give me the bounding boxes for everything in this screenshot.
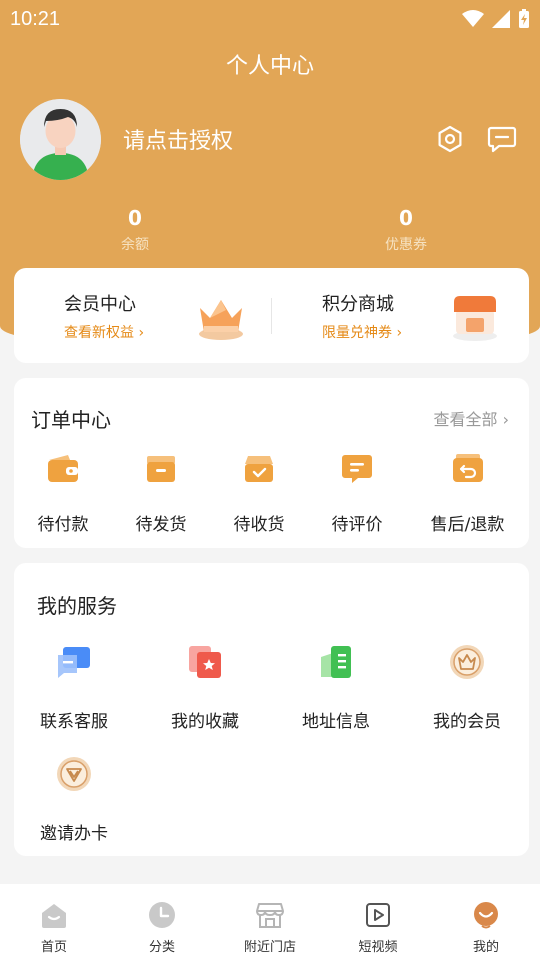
profile-icon (474, 902, 498, 929)
signal-icon (492, 10, 510, 28)
order-pending-shipment[interactable]: 待发货 (112, 452, 210, 535)
wifi-icon (462, 10, 484, 27)
chat-icon (58, 647, 90, 678)
my-services-title: 我的服务 (37, 594, 117, 618)
service-contact-support-label: 联系客服 (40, 712, 108, 732)
my-services-card: 我的服务 联系客服 我的收藏 地址信息 我的会员 邀请办卡 (14, 563, 529, 856)
order-pending-shipment-label: 待发货 (135, 515, 187, 535)
authorize-link[interactable]: 请点击授权 (123, 123, 416, 155)
box-icon (147, 456, 175, 482)
tab-category[interactable]: 分类 (108, 884, 216, 960)
order-after-sales-label: 售后/退款 (430, 515, 505, 535)
crown-icon (450, 645, 484, 679)
order-pending-payment[interactable]: 待付款 (14, 452, 112, 535)
service-my-membership-label: 我的会员 (433, 712, 501, 732)
refund-icon (452, 454, 483, 482)
tab-mine[interactable]: 我的 (432, 884, 540, 960)
home-icon (42, 904, 66, 928)
tab-nearby-stores[interactable]: 附近门店 (216, 884, 324, 960)
status-bar: 10:21 (0, 0, 540, 38)
coupon-value: 0 (399, 206, 413, 230)
status-icons (462, 9, 530, 29)
favorite-icon (189, 646, 221, 678)
service-address-info[interactable]: 地址信息 (276, 643, 396, 732)
tab-short-video-label: 短视频 (358, 940, 398, 955)
video-icon (366, 903, 390, 927)
message-icon[interactable] (484, 121, 520, 157)
service-my-favorites[interactable]: 我的收藏 (145, 643, 265, 732)
points-mall-title: 积分商城 (322, 293, 394, 315)
member-center-title: 会员中心 (64, 293, 136, 315)
member-center-subtitle: 查看新权益 › (64, 324, 145, 341)
tab-home[interactable]: 首页 (0, 884, 108, 960)
order-pending-review[interactable]: 待评价 (308, 452, 406, 535)
service-contact-support[interactable]: 联系客服 (14, 643, 134, 732)
store-icon (256, 903, 284, 928)
balance-stat[interactable]: 0 余额 (75, 206, 195, 254)
stats-row: 0 余额 0 优惠券 (0, 206, 540, 262)
box-check-icon (245, 456, 273, 482)
tab-home-label: 首页 (40, 940, 67, 955)
crown-3d-icon (199, 300, 243, 340)
service-invite-card-label: 邀请办卡 (40, 824, 108, 844)
points-mall-subtitle: 限量兑神券 › (322, 324, 403, 341)
order-after-sales[interactable]: 售后/退款 (406, 452, 529, 535)
service-invite-card[interactable]: 邀请办卡 (14, 755, 134, 844)
avatar[interactable] (20, 98, 101, 180)
tab-nearby-stores-label: 附近门店 (243, 940, 296, 955)
page-title: 个人中心 (225, 54, 314, 79)
order-pending-receipt-label: 待收货 (233, 515, 285, 535)
service-my-membership[interactable]: 我的会员 (407, 643, 527, 732)
order-pending-payment-label: 待付款 (37, 515, 89, 535)
service-my-favorites-label: 我的收藏 (171, 712, 239, 732)
shop-3d-icon (453, 296, 497, 341)
order-status-row: 待付款 待发货 待收货 待评价 售后/退款 (14, 452, 529, 535)
wallet-icon (48, 455, 78, 482)
tab-short-video[interactable]: 短视频 (324, 884, 432, 960)
service-address-info-label: 地址信息 (302, 712, 370, 732)
coupon-label: 优惠券 (385, 237, 427, 253)
coupon-stat[interactable]: 0 优惠券 (346, 206, 466, 254)
member-center-entry[interactable]: 会员中心 查看新权益 › (14, 268, 271, 363)
order-center-card: 订单中心 查看全部 › 待付款 待发货 待收货 待评价 售后/退款 (14, 378, 529, 548)
view-all-orders-link[interactable]: 查看全部 › (434, 406, 510, 430)
settings-icon[interactable] (432, 121, 468, 157)
tab-mine-label: 我的 (472, 940, 499, 955)
bottom-tab-bar: 首页 分类 附近门店 短视频 我的 (0, 884, 540, 960)
comment-icon (342, 455, 372, 483)
balance-label: 余额 (121, 237, 149, 253)
profile-section: 请点击授权 (20, 98, 520, 180)
promo-card: 会员中心 查看新权益 › 积分商城 限量兑神券 › (14, 268, 529, 363)
tab-category-label: 分类 (148, 940, 175, 955)
points-mall-entry[interactable]: 积分商城 限量兑神券 › (272, 268, 529, 363)
status-time: 10:21 (10, 7, 61, 30)
invite-icon (57, 757, 91, 791)
address-icon (321, 646, 351, 678)
order-pending-review-label: 待评价 (331, 515, 383, 535)
order-center-title: 订单中心 (31, 408, 111, 432)
avatar-icon (20, 98, 101, 180)
balance-value: 0 (128, 206, 142, 230)
order-pending-receipt[interactable]: 待收货 (210, 452, 308, 535)
battery-icon (519, 9, 529, 28)
clock-icon (149, 902, 175, 928)
